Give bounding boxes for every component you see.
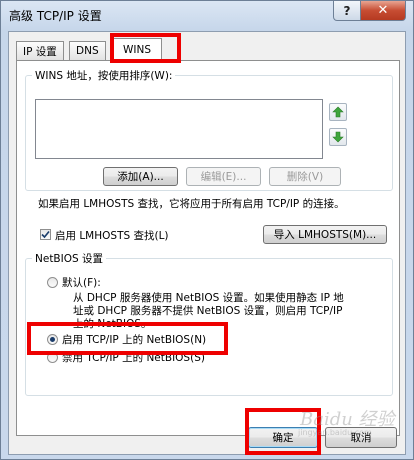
close-icon: ✕ bbox=[377, 3, 389, 18]
tab-label: WINS bbox=[123, 44, 151, 56]
edit-button[interactable]: 编辑(E)... bbox=[186, 167, 261, 186]
wins-group-label: WINS 地址，按使用排序(W): bbox=[32, 68, 176, 83]
tab-dns[interactable]: DNS bbox=[69, 41, 106, 60]
arrow-up-icon bbox=[332, 106, 344, 118]
advanced-tcpip-dialog: 高级 TCP/IP 设置 ? ✕ IP 设置 DNS WINS WINS 地址，… bbox=[0, 0, 414, 460]
add-button[interactable]: 添加(A)... bbox=[103, 167, 178, 186]
tab-ip-settings[interactable]: IP 设置 bbox=[16, 41, 64, 60]
delete-button[interactable]: 删除(V) bbox=[269, 167, 341, 186]
tab-label: IP 设置 bbox=[23, 45, 57, 58]
tab-wins[interactable]: WINS bbox=[112, 38, 162, 61]
lmhosts-description: 如果启用 LMHOSTS 查找，它将应用于所有启用 TCP/IP 的连接。 bbox=[38, 198, 345, 210]
tab-label: DNS bbox=[76, 45, 99, 57]
help-icon: ? bbox=[343, 3, 351, 18]
enable-lmhosts-checkbox[interactable] bbox=[40, 229, 51, 240]
netbios-enable-radio[interactable] bbox=[47, 334, 58, 345]
netbios-default-label[interactable]: 默认(F): bbox=[62, 275, 101, 290]
netbios-enable-label[interactable]: 启用 TCP/IP 上的 NetBIOS(N) bbox=[62, 332, 206, 347]
move-down-button[interactable] bbox=[329, 128, 347, 146]
netbios-default-description: 上的 NetBIOS。 bbox=[73, 318, 152, 330]
wins-address-group: WINS 地址，按使用排序(W): 添加(A)... 编辑(E)... 删除(V… bbox=[25, 68, 393, 191]
window-title: 高级 TCP/IP 设置 bbox=[9, 9, 102, 23]
netbios-disable-radio[interactable] bbox=[47, 352, 58, 363]
netbios-disable-label[interactable]: 禁用 TCP/IP 上的 NetBIOS(S) bbox=[62, 350, 205, 365]
arrow-down-icon bbox=[332, 131, 344, 143]
netbios-default-radio[interactable] bbox=[47, 277, 58, 288]
import-lmhosts-button[interactable]: 导入 LMHOSTS(M)... bbox=[263, 225, 387, 244]
netbios-settings-group: NetBIOS 设置 默认(F): 从 DHCP 服务器使用 NetBIOS 设… bbox=[25, 251, 393, 396]
move-up-button[interactable] bbox=[329, 103, 347, 121]
dialog-body: IP 设置 DNS WINS WINS 地址，按使用排序(W): 添加(A)..… bbox=[8, 31, 406, 455]
check-icon bbox=[41, 230, 50, 239]
close-button[interactable]: ✕ bbox=[360, 1, 406, 21]
netbios-group-label: NetBIOS 设置 bbox=[32, 251, 106, 266]
watermark-url: jingyan.baidu.com bbox=[298, 428, 372, 437]
wins-address-list[interactable] bbox=[35, 99, 323, 159]
title-bar[interactable]: 高级 TCP/IP 设置 ? ✕ bbox=[1, 1, 413, 29]
help-button[interactable]: ? bbox=[333, 1, 361, 21]
wins-tab-panel: WINS 地址，按使用排序(W): 添加(A)... 编辑(E)... 删除(V… bbox=[16, 60, 400, 436]
enable-lmhosts-label[interactable]: 启用 LMHOSTS 查找(L) bbox=[55, 228, 169, 243]
